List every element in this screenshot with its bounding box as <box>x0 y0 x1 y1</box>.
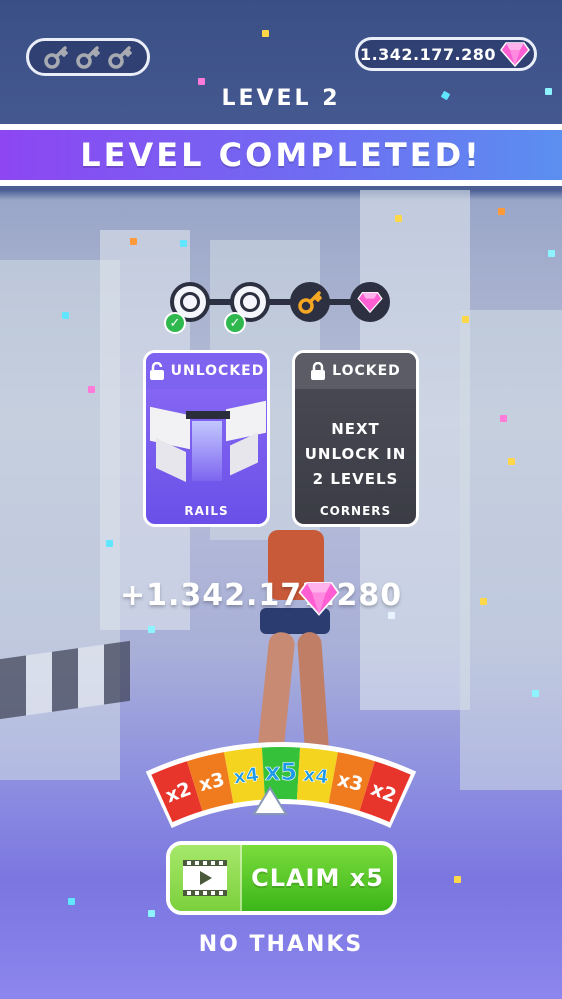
video-film-icon <box>183 860 227 896</box>
locked-card-status: LOCKED <box>332 363 401 379</box>
confetti-piece <box>262 30 269 37</box>
confetti-piece <box>180 240 187 247</box>
unlocked-card-status: UNLOCKED <box>170 363 265 379</box>
confetti-piece <box>106 540 113 547</box>
confetti-piece <box>480 598 487 605</box>
unlocked-card[interactable]: UNLOCKED RAILS <box>143 350 270 527</box>
level-completed-banner: LEVEL COMPLETED! <box>0 124 562 186</box>
confetti-piece <box>498 208 505 215</box>
locked-card: LOCKED NEXT UNLOCK IN 2 LEVELS CORNERS <box>292 350 419 527</box>
confetti-piece <box>88 386 95 393</box>
checkmark-icon: ✓ <box>224 312 246 334</box>
multiplier-pointer-icon <box>252 786 288 815</box>
unlocked-card-header: UNLOCKED <box>146 353 267 389</box>
confetti-piece <box>388 612 395 619</box>
progress-node-key <box>290 282 330 322</box>
confetti-piece <box>532 690 539 697</box>
multiplier-label-4: x5 <box>265 758 297 786</box>
confetti-piece <box>454 876 461 883</box>
locked-card-message: NEXT UNLOCK IN 2 LEVELS <box>304 420 407 488</box>
no-thanks-button[interactable]: NO THANKS <box>0 932 562 957</box>
keys-counter <box>26 38 150 76</box>
pink-gem-icon <box>500 42 530 67</box>
confetti-piece <box>508 458 515 465</box>
locked-card-header: LOCKED <box>295 353 416 389</box>
confetti-piece <box>148 626 155 633</box>
locked-card-name: CORNERS <box>319 504 392 518</box>
pink-gem-icon <box>357 292 383 313</box>
progress-node-gem <box>350 282 390 322</box>
banner-title: LEVEL COMPLETED! <box>80 136 482 174</box>
key-icon <box>298 291 322 314</box>
locked-padlock-icon <box>311 362 326 380</box>
checkmark-icon: ✓ <box>164 312 186 334</box>
key-icon <box>44 46 68 69</box>
rails-preview-image <box>146 389 267 489</box>
confetti-piece <box>548 250 555 257</box>
gem-balance-value: 1.342.177.280 <box>359 44 496 64</box>
pink-gem-icon <box>298 581 340 616</box>
reward-amount: +1.342.177.280 <box>120 578 403 613</box>
multiplier-label-5: x4 <box>302 764 330 789</box>
unlock-progress-track: ✓ ✓ <box>164 282 398 342</box>
gem-balance-counter: 1.342.177.280 <box>355 37 537 71</box>
confetti-piece <box>395 215 402 222</box>
multiplier-wheel: x2 x3 x4 x5 x4 x3 x2 <box>145 742 417 828</box>
confetti-piece <box>148 910 155 917</box>
background-building <box>460 310 562 790</box>
confetti-piece <box>462 316 469 323</box>
key-icon <box>108 46 132 69</box>
claim-icon-box <box>170 845 242 911</box>
confetti-piece <box>62 312 69 319</box>
confetti-piece <box>198 78 205 85</box>
confetti-piece <box>500 415 507 422</box>
level-label: LEVEL 2 <box>221 86 341 111</box>
claim-button-label: CLAIM x5 <box>251 864 384 892</box>
unlocked-card-name: RAILS <box>184 504 229 518</box>
unlocked-padlock-icon <box>149 362 164 380</box>
confetti-piece <box>130 238 137 245</box>
confetti-piece <box>68 898 75 905</box>
key-icon <box>76 46 100 69</box>
claim-button[interactable]: CLAIM x5 <box>166 841 397 915</box>
multiplier-label-3: x4 <box>232 764 260 789</box>
